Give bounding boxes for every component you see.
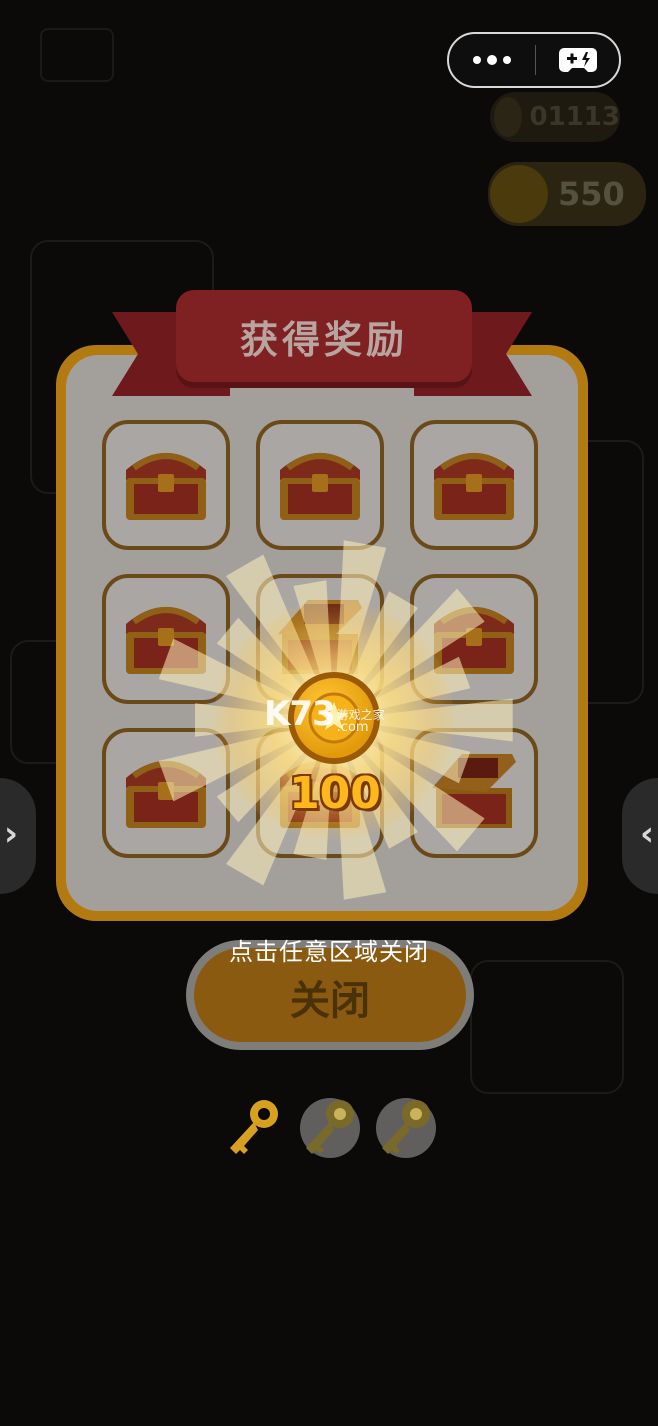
site-watermark: K73 游戏之家 .com: [264, 694, 385, 734]
chest-cell[interactable]: [256, 420, 384, 550]
next-level-button[interactable]: ‹: [622, 778, 658, 894]
treasure-chest-icon: [126, 453, 206, 520]
timer-display: 01113: [490, 92, 620, 142]
watermark-domain: .com: [336, 720, 369, 735]
background-board-icon: [40, 28, 114, 82]
more-menu-button[interactable]: [449, 34, 535, 86]
close-button-label: 关闭: [290, 978, 370, 1024]
background-shape: [470, 960, 624, 1094]
keys-row: [220, 1092, 440, 1164]
coin-balance: 550: [488, 162, 646, 226]
treasure-chest-icon: [280, 453, 360, 520]
reward-amount: 100: [289, 768, 381, 819]
coin-icon: [490, 165, 548, 223]
key-icon: [372, 1092, 440, 1164]
game-center-button[interactable]: [536, 34, 619, 86]
reward-title-ribbon: 获得奖励: [112, 290, 532, 410]
clock-icon: [494, 97, 522, 137]
gamepad-icon: [558, 48, 597, 72]
chest-cell[interactable]: [102, 420, 230, 550]
chevron-right-icon: ›: [4, 814, 19, 854]
chevron-left-icon: ‹: [639, 814, 654, 854]
previous-level-button[interactable]: ›: [0, 778, 36, 894]
timer-value: 01113: [529, 102, 620, 132]
key-icon: [220, 1092, 288, 1164]
key-icon: [296, 1092, 364, 1164]
watermark-logo: K73: [264, 694, 336, 734]
chest-cell[interactable]: [410, 420, 538, 550]
reward-title: 获得奖励: [239, 317, 408, 362]
coin-balance-value: 550: [558, 175, 625, 213]
close-hint: 点击任意区域关闭: [229, 938, 429, 966]
treasure-chest-icon: [434, 453, 514, 520]
mini-program-capsule: [447, 32, 621, 88]
more-dots-icon: [473, 56, 481, 64]
